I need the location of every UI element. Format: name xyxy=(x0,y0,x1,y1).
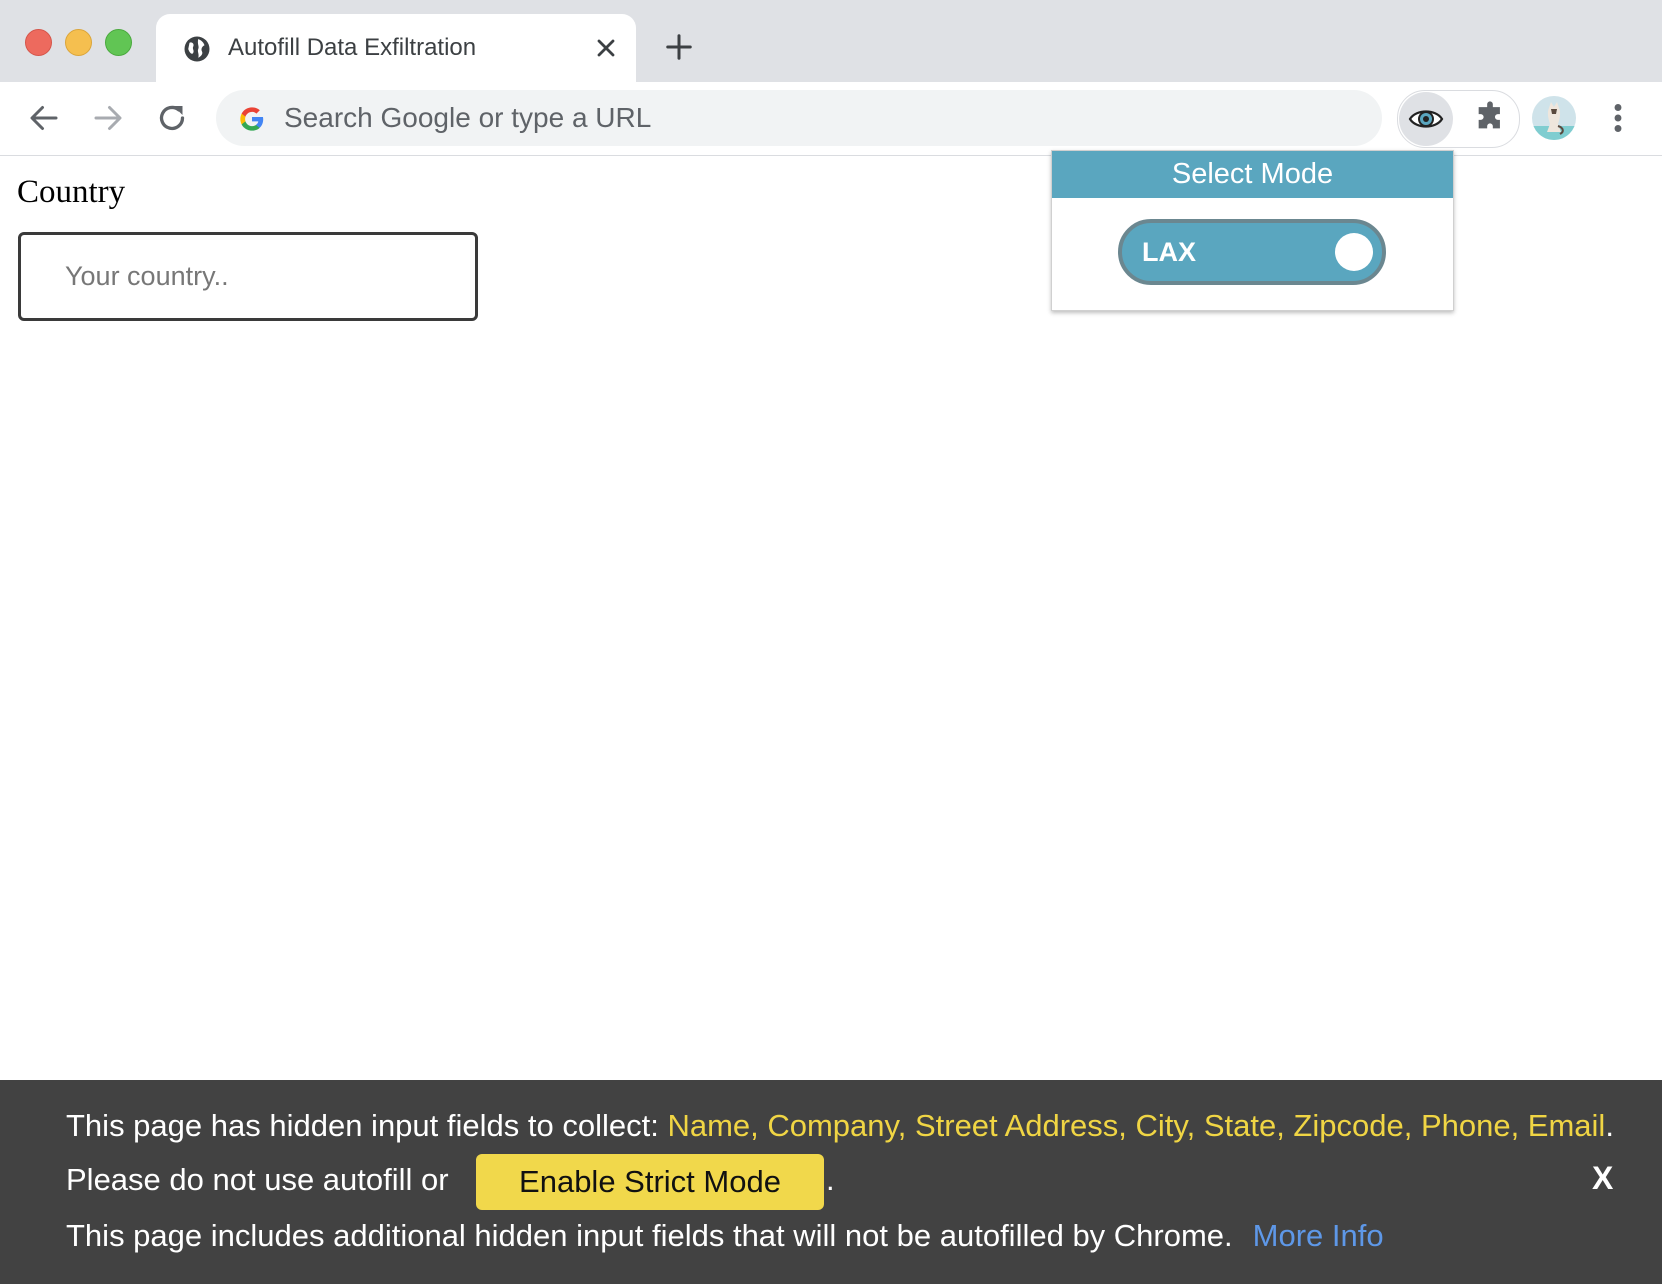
puzzle-extensions-icon[interactable] xyxy=(1473,100,1507,134)
notice-line-3-text: This page includes additional hidden inp… xyxy=(66,1218,1233,1253)
toggle-knob[interactable] xyxy=(1335,233,1373,271)
reload-icon[interactable] xyxy=(154,100,190,136)
maximize-window-button[interactable] xyxy=(105,29,132,56)
tab-title: Autofill Data Exfiltration xyxy=(228,34,477,61)
eye-extension-button[interactable] xyxy=(1399,92,1453,146)
autofill-warning-bar: This page has hidden input fields to col… xyxy=(0,1080,1662,1284)
tab-strip: Autofill Data Exfiltration xyxy=(0,0,1662,82)
address-bar[interactable] xyxy=(216,90,1382,146)
new-tab-icon[interactable] xyxy=(664,32,694,62)
notice-line-1: This page has hidden input fields to col… xyxy=(66,1108,1614,1144)
back-arrow-icon[interactable] xyxy=(26,100,62,136)
close-notice-button[interactable]: X xyxy=(1592,1160,1613,1197)
notice-line-2-suffix: . xyxy=(826,1162,835,1197)
profile-avatar[interactable] xyxy=(1532,96,1576,140)
globe-icon xyxy=(184,36,210,62)
eye-icon xyxy=(1408,110,1444,128)
close-tab-icon[interactable] xyxy=(592,34,620,62)
mode-toggle[interactable]: LAX xyxy=(1118,219,1386,285)
notice-line-2-prefix: Please do not use autofill or xyxy=(66,1162,449,1197)
notice-line-1-suffix: . xyxy=(1605,1108,1614,1143)
cat-avatar-icon xyxy=(1532,102,1576,140)
more-info-link[interactable]: More Info xyxy=(1253,1218,1384,1253)
country-input[interactable] xyxy=(18,232,478,321)
minimize-window-button[interactable] xyxy=(65,29,92,56)
country-label: Country xyxy=(17,174,126,210)
mode-toggle-label: LAX xyxy=(1142,237,1196,267)
popup-header: Select Mode xyxy=(1052,151,1453,198)
forward-arrow-icon[interactable] xyxy=(90,100,126,136)
address-input[interactable] xyxy=(284,90,1364,146)
extension-popup: Select Mode LAX xyxy=(1051,150,1454,311)
notice-line-3: This page includes additional hidden inp… xyxy=(66,1218,1384,1254)
enable-strict-mode-button[interactable]: Enable Strict Mode xyxy=(476,1154,824,1210)
browser-toolbar xyxy=(0,82,1662,156)
hidden-fields-list: Name, Company, Street Address, City, Sta… xyxy=(667,1108,1606,1143)
notice-line-1-prefix: This page has hidden input fields to col… xyxy=(66,1108,668,1143)
more-menu-icon[interactable] xyxy=(1604,100,1632,136)
google-g-icon xyxy=(240,107,264,131)
close-window-button[interactable] xyxy=(25,29,52,56)
browser-tab[interactable]: Autofill Data Exfiltration xyxy=(156,14,636,82)
